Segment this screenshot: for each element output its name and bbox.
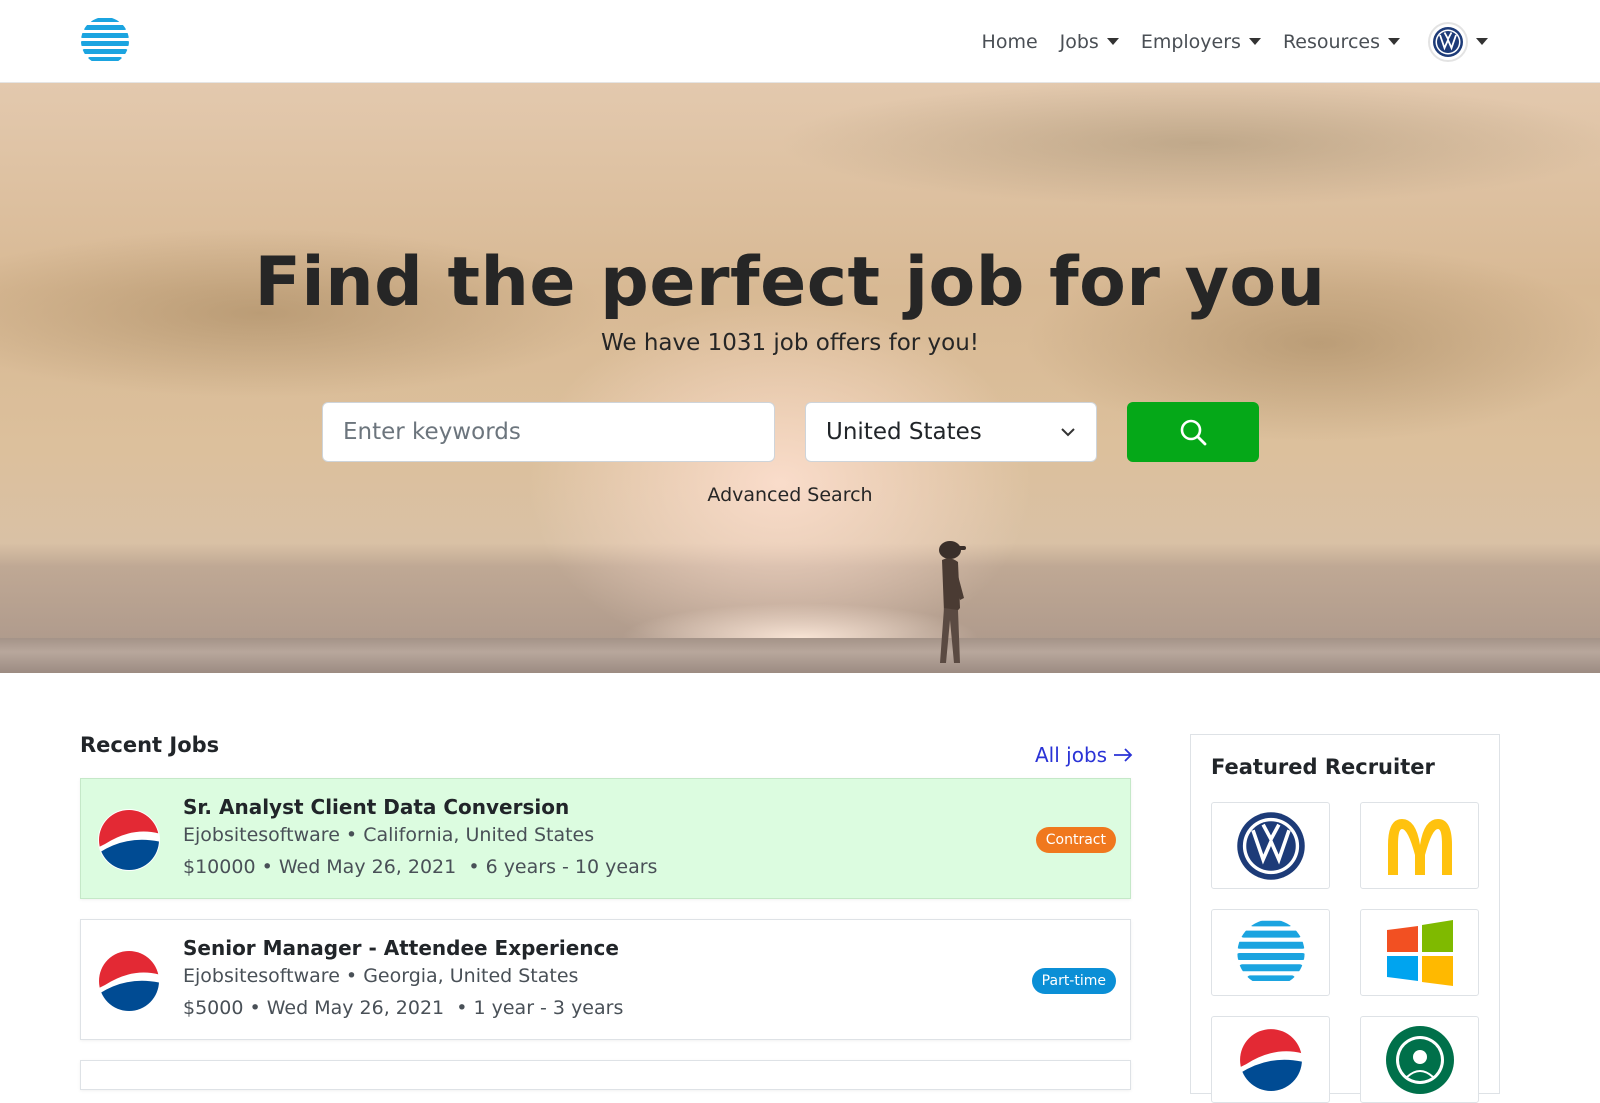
caret-down-icon — [1248, 38, 1261, 45]
job-location: Georgia, United States — [363, 965, 579, 987]
country-select[interactable]: United States — [805, 402, 1097, 462]
job-company-location: Ejobsitesoftware • California, United St… — [183, 824, 595, 846]
nav-jobs[interactable]: Jobs — [1060, 31, 1119, 53]
pepsi-logo-icon — [1239, 1028, 1302, 1091]
caret-down-icon — [1106, 38, 1119, 45]
nav-resources[interactable]: Resources — [1283, 31, 1400, 53]
hero-title: Find the perfect job for you — [254, 243, 1326, 322]
hero-subtitle: We have 1031 job offers for you! — [600, 330, 980, 356]
job-date: Wed May 26, 2021 — [278, 856, 457, 878]
job-date: Wed May 26, 2021 — [266, 997, 445, 1019]
all-jobs-label: All jobs — [1035, 743, 1108, 767]
nav-resources-label: Resources — [1282, 30, 1380, 53]
job-meta: $5000 • Wed May 26, 2021 • 1 year - 3 ye… — [183, 997, 624, 1019]
recruiter-pepsi[interactable] — [1211, 1016, 1330, 1103]
job-card[interactable]: Sr. Analyst Client Data Conversion Ejobs… — [80, 778, 1131, 899]
job-experience: 6 years - 10 years — [485, 856, 658, 878]
recruiter-starbucks[interactable] — [1360, 1016, 1479, 1103]
job-type-badge: Part-time — [1031, 968, 1116, 994]
att-globe-logo[interactable] — [80, 16, 130, 66]
pepsi-logo-icon — [98, 950, 160, 1012]
job-company[interactable]: Ejobsitesoftware — [183, 824, 340, 846]
job-card[interactable] — [80, 1060, 1131, 1090]
volkswagen-logo-icon — [1433, 26, 1463, 57]
job-salary: $5000 — [183, 997, 244, 1019]
nav-employers[interactable]: Employers — [1141, 31, 1261, 53]
job-location: California, United States — [363, 824, 595, 846]
hero-banner: Find the perfect job for you We have 103… — [0, 83, 1600, 673]
caret-down-icon — [1388, 38, 1400, 45]
walking-person-silhouette — [939, 541, 966, 663]
recruiter-mcdonalds[interactable] — [1360, 802, 1479, 889]
pepsi-logo-icon — [98, 809, 160, 871]
avatar[interactable] — [1428, 21, 1468, 62]
arrow-right-icon — [1114, 748, 1133, 762]
sea-horizon — [0, 638, 1600, 673]
top-navbar: Home Jobs Employers Resources — [0, 0, 1600, 83]
att-logo-icon — [1236, 920, 1305, 981]
recruiter-microsoft[interactable] — [1360, 909, 1479, 996]
job-type-badge: Contract — [1035, 827, 1116, 853]
featured-recruiter-panel: Featured Recruiter — [1190, 734, 1500, 1103]
all-jobs-link[interactable]: All jobs — [1035, 743, 1133, 767]
recruiter-att[interactable] — [1211, 909, 1330, 996]
recruiter-volkswagen[interactable] — [1211, 802, 1330, 889]
mcdonalds-logo-icon — [1387, 818, 1452, 875]
job-company[interactable]: Ejobsitesoftware — [183, 965, 340, 987]
job-title[interactable]: Senior Manager - Attendee Experience — [183, 936, 619, 960]
main-nav: Home Jobs Employers Resources — [982, 0, 1488, 83]
job-experience: 1 year - 3 years — [473, 997, 624, 1019]
search-button[interactable] — [1127, 402, 1259, 462]
nav-home[interactable]: Home — [982, 31, 1038, 53]
job-meta: $10000 • Wed May 26, 2021 • 6 years - 10… — [183, 856, 658, 878]
chevron-down-icon — [1061, 428, 1075, 437]
recent-jobs-title: Recent Jobs — [80, 733, 220, 757]
nav-home-label: Home — [981, 30, 1038, 53]
microsoft-logo-icon — [1386, 919, 1453, 986]
starbucks-logo-icon — [1385, 1025, 1454, 1094]
caret-down-icon — [1476, 38, 1488, 45]
nav-jobs-label: Jobs — [1059, 30, 1099, 53]
nav-employers-label: Employers — [1140, 30, 1241, 53]
job-salary: $10000 — [183, 856, 256, 878]
country-select-value: United States — [826, 419, 982, 445]
featured-recruiter-title: Featured Recruiter — [1211, 755, 1435, 779]
search-icon — [1180, 419, 1207, 446]
job-company-location: Ejobsitesoftware • Georgia, United State… — [183, 965, 579, 987]
volkswagen-logo-icon — [1236, 811, 1305, 880]
advanced-search-link[interactable]: Advanced Search — [0, 484, 1580, 506]
keywords-input[interactable] — [322, 402, 775, 462]
job-card[interactable]: Senior Manager - Attendee Experience Ejo… — [80, 919, 1131, 1040]
job-title[interactable]: Sr. Analyst Client Data Conversion — [183, 795, 569, 819]
user-menu[interactable] — [1428, 21, 1488, 62]
